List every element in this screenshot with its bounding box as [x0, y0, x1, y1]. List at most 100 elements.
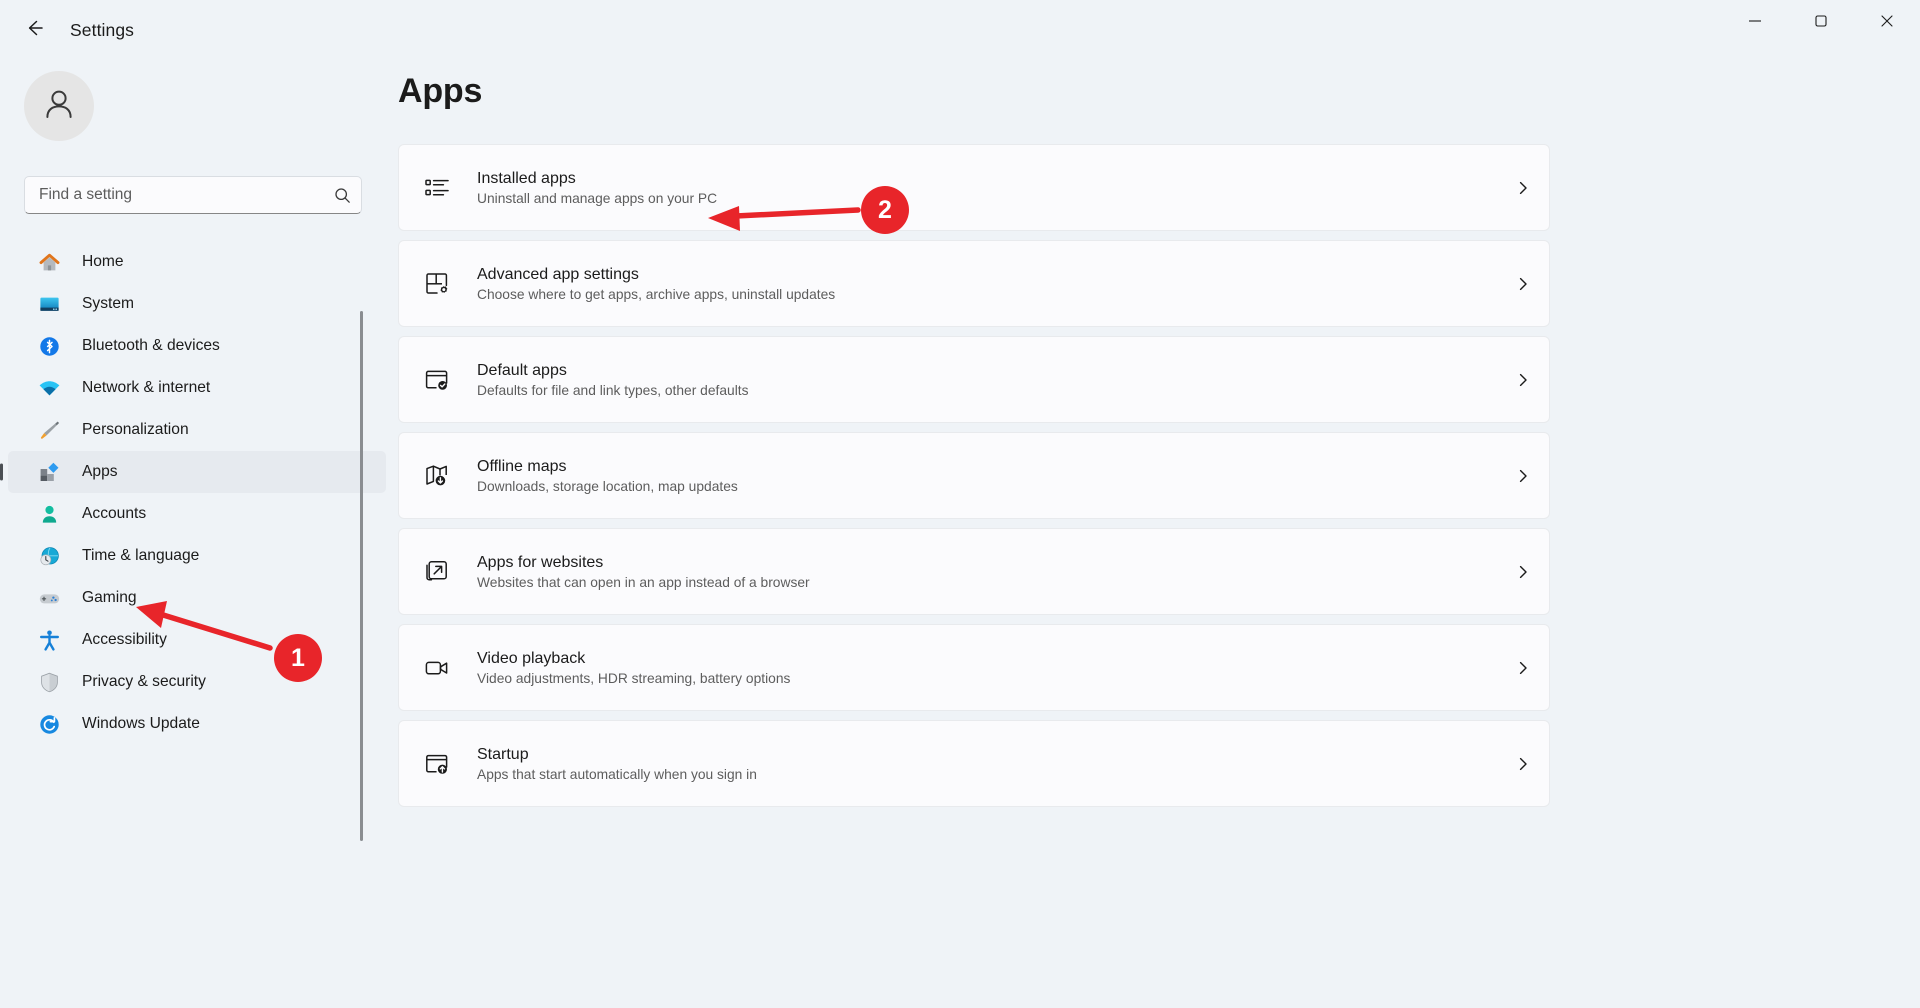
back-arrow-icon	[23, 17, 45, 44]
chevron-right-icon[interactable]	[1497, 564, 1549, 580]
sidebar-nav: Home System	[0, 236, 400, 1008]
card-text: Apps for websites Websites that can open…	[477, 554, 1497, 590]
sidebar-item-label: Apps	[82, 463, 118, 481]
windows-update-icon	[30, 712, 68, 737]
sidebar-item-label: Accounts	[82, 505, 146, 523]
sidebar-item-system[interactable]: System	[8, 283, 386, 325]
sidebar-item-accessibility[interactable]: Accessibility	[8, 619, 386, 661]
maximize-button[interactable]	[1788, 0, 1854, 46]
card-text: Offline maps Downloads, storage location…	[477, 458, 1497, 494]
gaming-icon	[30, 586, 68, 611]
sidebar-item-privacy-security[interactable]: Privacy & security	[8, 661, 386, 703]
card-title: Default apps	[477, 362, 1497, 380]
card-title: Video playback	[477, 650, 1497, 668]
maximize-icon	[1814, 14, 1828, 33]
card-apps-for-websites[interactable]: Apps for websites Websites that can open…	[398, 528, 1550, 615]
sidebar-item-time-language[interactable]: Time & language	[8, 535, 386, 577]
card-subtitle: Video adjustments, HDR streaming, batter…	[477, 671, 1497, 686]
card-text: Installed apps Uninstall and manage apps…	[477, 170, 1497, 206]
avatar[interactable]	[24, 71, 94, 141]
advanced-app-settings-gear-icon	[415, 269, 459, 299]
apps-icon	[30, 460, 68, 485]
personalization-icon	[30, 418, 68, 443]
card-subtitle: Apps that start automatically when you s…	[477, 767, 1497, 782]
minimize-icon	[1748, 14, 1762, 33]
sidebar-item-accounts[interactable]: Accounts	[8, 493, 386, 535]
card-subtitle: Websites that can open in an app instead…	[477, 575, 1497, 590]
chevron-right-icon[interactable]	[1497, 372, 1549, 388]
card-text: Advanced app settings Choose where to ge…	[477, 266, 1497, 302]
card-text: Default apps Defaults for file and link …	[477, 362, 1497, 398]
chevron-right-icon[interactable]	[1497, 180, 1549, 196]
default-apps-check-icon	[415, 365, 459, 395]
search-input[interactable]	[25, 186, 323, 204]
sidebar-item-windows-update[interactable]: Windows Update	[8, 703, 386, 745]
search-box[interactable]	[24, 176, 362, 214]
sidebar-item-home[interactable]: Home	[8, 241, 386, 283]
accessibility-icon	[30, 628, 68, 653]
sidebar-scrollbar[interactable]	[360, 311, 363, 841]
settings-card-list: Installed apps Uninstall and manage apps…	[398, 144, 1550, 816]
sidebar-item-label: Accessibility	[82, 631, 167, 649]
card-installed-apps[interactable]: Installed apps Uninstall and manage apps…	[398, 144, 1550, 231]
window-title: Settings	[70, 20, 134, 41]
card-subtitle: Choose where to get apps, archive apps, …	[477, 287, 1497, 302]
card-title: Offline maps	[477, 458, 1497, 476]
close-button[interactable]	[1854, 0, 1920, 46]
card-subtitle: Downloads, storage location, map updates	[477, 479, 1497, 494]
card-title: Installed apps	[477, 170, 1497, 188]
sidebar-item-label: Time & language	[82, 547, 199, 565]
sidebar-item-label: Home	[82, 253, 124, 271]
time-language-icon	[30, 544, 68, 569]
sidebar-item-label: Privacy & security	[82, 673, 206, 691]
main-content: Apps Installed apps Uninstall an	[398, 60, 1920, 1008]
card-advanced-app-settings[interactable]: Advanced app settings Choose where to ge…	[398, 240, 1550, 327]
card-offline-maps[interactable]: Offline maps Downloads, storage location…	[398, 432, 1550, 519]
network-icon	[30, 376, 68, 401]
sidebar-item-apps[interactable]: Apps	[8, 451, 386, 493]
sidebar-item-label: Network & internet	[82, 379, 210, 397]
user-avatar-icon	[39, 84, 79, 129]
settings-window: Settings	[0, 0, 1920, 1008]
apps-for-websites-external-link-icon	[415, 557, 459, 587]
card-default-apps[interactable]: Default apps Defaults for file and link …	[398, 336, 1550, 423]
close-icon	[1880, 14, 1894, 33]
sidebar-item-personalization[interactable]: Personalization	[8, 409, 386, 451]
minimize-button[interactable]	[1722, 0, 1788, 46]
card-startup[interactable]: Startup Apps that start automatically wh…	[398, 720, 1550, 807]
sidebar-item-network-internet[interactable]: Network & internet	[8, 367, 386, 409]
sidebar-item-label: Bluetooth & devices	[82, 337, 220, 355]
back-button[interactable]	[12, 8, 56, 52]
sidebar: Home System	[0, 60, 400, 1008]
card-title: Startup	[477, 746, 1497, 764]
home-icon	[30, 250, 68, 275]
chevron-right-icon[interactable]	[1497, 276, 1549, 292]
installed-apps-list-icon	[415, 173, 459, 203]
video-playback-camera-icon	[415, 653, 459, 683]
sidebar-item-bluetooth-devices[interactable]: Bluetooth & devices	[8, 325, 386, 367]
card-title: Advanced app settings	[477, 266, 1497, 284]
sidebar-item-label: Gaming	[82, 589, 137, 607]
card-text: Video playback Video adjustments, HDR st…	[477, 650, 1497, 686]
system-icon	[30, 292, 68, 317]
card-subtitle: Defaults for file and link types, other …	[477, 383, 1497, 398]
privacy-security-icon	[30, 670, 68, 695]
sidebar-item-label: Personalization	[82, 421, 189, 439]
card-title: Apps for websites	[477, 554, 1497, 572]
startup-upload-icon	[415, 749, 459, 779]
card-subtitle: Uninstall and manage apps on your PC	[477, 191, 1497, 206]
chevron-right-icon[interactable]	[1497, 756, 1549, 772]
search-icon[interactable]	[323, 177, 361, 213]
window-controls	[1722, 0, 1920, 46]
card-video-playback[interactable]: Video playback Video adjustments, HDR st…	[398, 624, 1550, 711]
page-title: Apps	[398, 72, 482, 111]
sidebar-item-gaming[interactable]: Gaming	[8, 577, 386, 619]
title-bar: Settings	[0, 0, 1920, 60]
sidebar-item-label: Windows Update	[82, 715, 200, 733]
chevron-right-icon[interactable]	[1497, 468, 1549, 484]
bluetooth-icon	[30, 334, 68, 359]
accounts-icon	[30, 502, 68, 527]
offline-maps-download-icon	[415, 461, 459, 491]
sidebar-item-label: System	[82, 295, 134, 313]
chevron-right-icon[interactable]	[1497, 660, 1549, 676]
